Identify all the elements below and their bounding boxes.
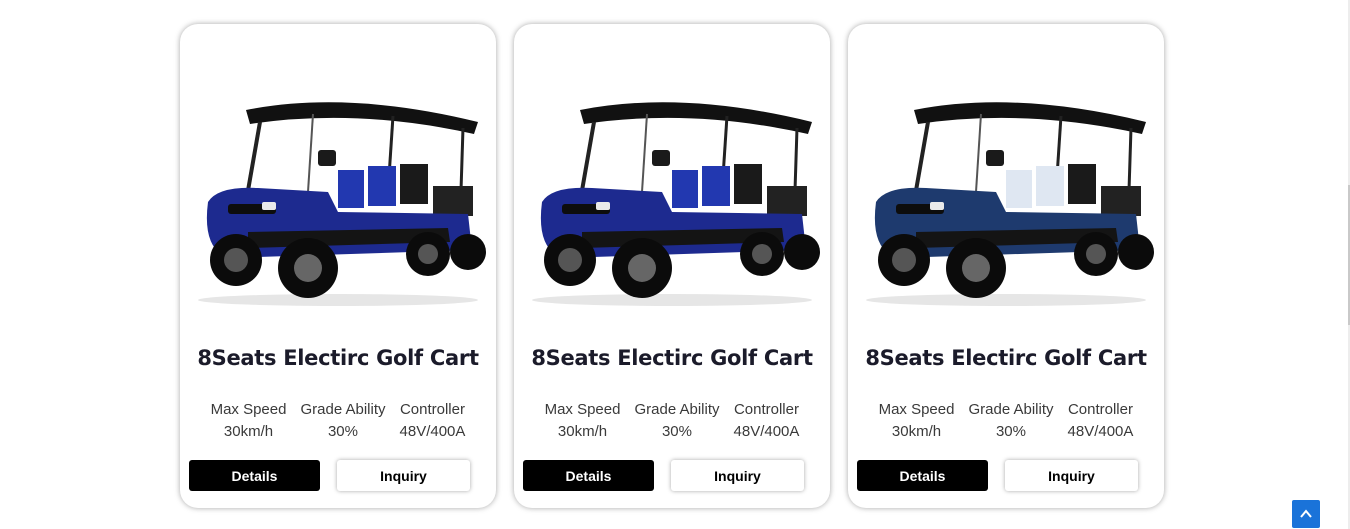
spec-max-speed: Max Speed 30km/h xyxy=(879,399,955,443)
spec-grade-ability: Grade Ability 30% xyxy=(300,399,385,443)
golf-cart-image xyxy=(198,102,486,306)
spec-label: Controller xyxy=(733,401,799,418)
details-button[interactable]: Details xyxy=(189,460,320,491)
spec-list: Max Speed 30km/h Grade Ability 30% Contr… xyxy=(524,399,820,443)
product-card: 8Seats Electirc Golf Cart Max Speed 30km… xyxy=(180,24,496,508)
spec-max-speed: Max Speed 30km/h xyxy=(211,399,287,443)
details-button[interactable]: Details xyxy=(523,460,654,491)
chevron-up-icon xyxy=(1300,509,1312,518)
golf-cart-image xyxy=(866,102,1154,306)
spec-label: Max Speed xyxy=(878,401,955,418)
back-to-top-button[interactable] xyxy=(1292,500,1320,528)
spec-controller: Controller 48V/400A xyxy=(734,399,800,443)
spec-label: Grade Ability xyxy=(968,401,1054,418)
details-button[interactable]: Details xyxy=(857,460,988,491)
spec-controller: Controller 48V/400A xyxy=(400,399,466,443)
spec-max-speed: Max Speed 30km/h xyxy=(545,399,621,443)
spec-grade-ability: Grade Ability 30% xyxy=(634,399,719,443)
product-title: 8Seats Electirc Golf Cart xyxy=(865,346,1147,370)
spec-value: 30km/h xyxy=(891,423,942,440)
product-card: 8Seats Electirc Golf Cart Max Speed 30km… xyxy=(848,24,1164,508)
inquiry-button[interactable]: Inquiry xyxy=(1005,460,1138,491)
spec-label: Grade Ability xyxy=(634,401,720,418)
spec-value: 48V/400A xyxy=(399,423,466,440)
spec-label: Controller xyxy=(1067,401,1133,418)
spec-list: Max Speed 30km/h Grade Ability 30% Contr… xyxy=(190,399,486,443)
spec-grade-ability: Grade Ability 30% xyxy=(968,399,1053,443)
product-title: 8Seats Electirc Golf Cart xyxy=(531,346,813,370)
spec-value: 48V/400A xyxy=(1067,423,1134,440)
card-actions: Details Inquiry xyxy=(189,460,487,491)
inquiry-button[interactable]: Inquiry xyxy=(337,460,470,491)
golf-cart-image xyxy=(532,102,820,306)
spec-value: 30% xyxy=(327,423,358,440)
spec-value: 30km/h xyxy=(223,423,274,440)
spec-value: 30% xyxy=(995,423,1026,440)
product-title: 8Seats Electirc Golf Cart xyxy=(197,346,479,370)
product-grid: 8Seats Electirc Golf Cart Max Speed 30km… xyxy=(180,24,1164,508)
spec-label: Max Speed xyxy=(210,401,287,418)
spec-value: 30km/h xyxy=(557,423,608,440)
spec-controller: Controller 48V/400A xyxy=(1068,399,1134,443)
spec-label: Grade Ability xyxy=(300,401,386,418)
card-actions: Details Inquiry xyxy=(523,460,821,491)
inquiry-button[interactable]: Inquiry xyxy=(671,460,804,491)
spec-label: Max Speed xyxy=(544,401,621,418)
card-actions: Details Inquiry xyxy=(857,460,1155,491)
spec-value: 30% xyxy=(661,423,692,440)
product-card: 8Seats Electirc Golf Cart Max Speed 30km… xyxy=(514,24,830,508)
spec-label: Controller xyxy=(399,401,465,418)
spec-value: 48V/400A xyxy=(733,423,800,440)
spec-list: Max Speed 30km/h Grade Ability 30% Contr… xyxy=(858,399,1154,443)
